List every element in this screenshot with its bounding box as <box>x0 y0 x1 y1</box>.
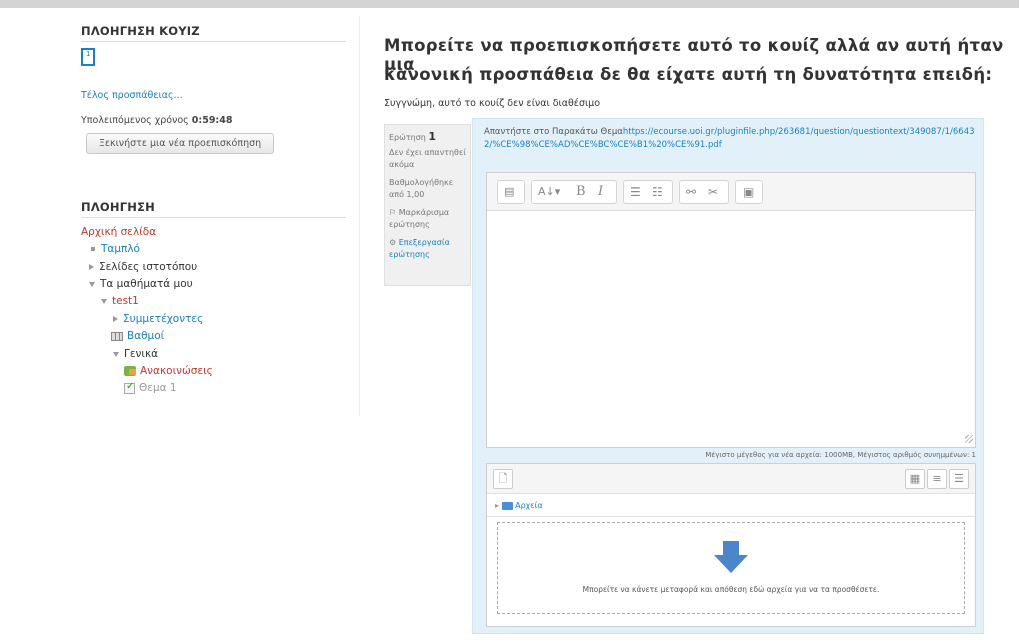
nav-general-item[interactable]: Γενικά <box>113 348 158 360</box>
tree-view-icon[interactable]: ☰ <box>949 469 969 489</box>
nav-dashboard-link[interactable]: Ταμπλό <box>101 243 140 255</box>
file-manager-divider <box>487 516 975 517</box>
nav-grades-item[interactable]: Βαθμοί <box>111 330 164 342</box>
nav-dashboard-item[interactable]: Ταμπλό <box>91 243 140 255</box>
answer-editor[interactable]: ▤ A↓▾ B I ☰ ☷ ⚯ ✂ ▣ <box>486 172 976 448</box>
expanded-arrow-icon <box>89 281 95 287</box>
paragraph-style-icon[interactable]: A↓▾ <box>538 184 560 200</box>
link-icon[interactable]: ⚯ <box>686 184 696 200</box>
nav-participants-item[interactable]: Συμμετέχοντες <box>113 313 203 325</box>
edit-question-link[interactable]: ⚙ Επεξεργασία ερώτησης <box>389 237 466 261</box>
toolbar-group-links: ⚯ ✂ <box>679 180 729 204</box>
gear-icon: ⚙ <box>389 238 397 247</box>
folder-arrow-icon: ▸ <box>495 501 500 510</box>
toolbar-group-media: ▣ <box>735 180 763 204</box>
expanded-arrow-icon <box>113 351 119 357</box>
question-info-panel: Ερώτηση 1 Δεν έχει απαντηθεί ακόμα Βαθμο… <box>384 124 471 286</box>
unlink-icon[interactable]: ✂ <box>708 184 718 200</box>
file-manager-toolbar: 🗋 ▦ ≡ ☰ <box>487 464 975 494</box>
question-status: Δεν έχει απαντηθεί ακόμα <box>389 148 466 169</box>
preview-heading-line2: κανονική προσπάθεια δε θα είχατε αυτή τη… <box>384 65 993 84</box>
flag-question-label: Μαρκάρισμα ερώτησης <box>389 208 450 229</box>
question-number-value: 1 <box>428 130 437 143</box>
time-left-value: 0:59:48 <box>191 115 233 126</box>
question-nav-number: 1 <box>86 50 91 58</box>
resize-handle-icon[interactable] <box>965 435 973 443</box>
nav-topic-item[interactable]: Θεμα 1 <box>124 381 177 394</box>
nav-course-link[interactable]: test1 <box>112 295 139 307</box>
files-folder-label: Αρχεία <box>515 501 543 510</box>
flag-question[interactable]: ⚐ Μαρκάρισμα ερώτησης <box>389 207 466 231</box>
expanded-arrow-icon <box>101 298 107 304</box>
nav-site-pages-item[interactable]: Σελίδες ιστοτόπου <box>89 261 197 273</box>
time-left-label: Υπολειπόμενος χρόνος <box>81 115 189 126</box>
image-icon[interactable]: ▣ <box>743 184 754 200</box>
nav-participants-link[interactable]: Συμμετέχοντες <box>123 313 203 325</box>
italic-icon[interactable]: I <box>598 184 603 200</box>
question-label: Ερώτηση <box>389 133 426 142</box>
quiz-nav-title: ΠΛΟΗΓΗΣΗ ΚΟΥΙΖ <box>81 24 200 38</box>
nav-grades-link[interactable]: Βαθμοί <box>127 330 164 342</box>
toolbar-group-style: A↓▾ B I <box>531 180 617 204</box>
nav-announcements-item[interactable]: Ανακοινώσεις <box>124 365 213 377</box>
grades-table-icon <box>111 331 123 341</box>
bold-icon[interactable]: B <box>576 184 586 200</box>
start-new-preview-button[interactable]: Ξεκινήστε μια νέα προεπισκόπηση <box>86 133 274 154</box>
navigation-divider <box>81 217 346 218</box>
top-bar <box>0 0 1019 8</box>
unavailable-reason: Συγγνώμη, αυτό το κουίζ δεν είναι διαθέσ… <box>384 98 601 109</box>
add-file-icon[interactable]: 🗋 <box>493 469 513 489</box>
list-view-icon[interactable]: ≡ <box>927 469 947 489</box>
nav-my-courses-item[interactable]: Τα μαθήματά μου <box>89 278 193 290</box>
toolbar-group-lists: ☰ ☷ <box>623 180 673 204</box>
toolbar-group-more: ▤ <box>497 180 525 204</box>
question-text: Απαντήστε στο Παρακάτω Θεμαhttps://ecour… <box>484 126 976 152</box>
column-divider <box>359 16 360 416</box>
nav-general-label: Γενικά <box>124 348 159 360</box>
flag-icon: ⚐ <box>389 208 397 217</box>
download-arrow-icon <box>714 541 748 573</box>
navigation-title: ΠΛΟΗΓΗΣΗ <box>81 200 155 214</box>
collapsed-arrow-icon <box>89 264 94 270</box>
show-more-icon[interactable]: ▤ <box>504 184 514 200</box>
edit-question-label: Επεξεργασία ερώτησης <box>389 238 450 259</box>
nav-home-link[interactable]: Αρχική σελίδα <box>81 226 156 238</box>
question-number: Ερώτηση 1 <box>389 131 466 144</box>
question-marks: Βαθμολογήθηκε από 1,00 <box>389 178 454 199</box>
question-nav-button[interactable]: 1 <box>81 48 95 66</box>
file-manager: 🗋 ▦ ≡ ☰ ▸ Αρχεία Μπορείτε να κάνετε μετα… <box>486 463 976 627</box>
collapsed-arrow-icon <box>113 316 118 322</box>
bullet-icon <box>91 247 95 251</box>
icon-view-icon[interactable]: ▦ <box>905 469 925 489</box>
drop-zone[interactable]: Μπορείτε να κάνετε μεταφορά και απόθεση … <box>497 522 965 614</box>
nav-course-item[interactable]: test1 <box>101 295 139 307</box>
unordered-list-icon[interactable]: ☰ <box>630 184 641 200</box>
nav-site-pages-label: Σελίδες ιστοτόπου <box>99 261 198 273</box>
drop-zone-text: Μπορείτε να κάνετε μεταφορά και απόθεση … <box>582 585 880 594</box>
editor-toolbar: ▤ A↓▾ B I ☰ ☷ ⚯ ✂ ▣ <box>487 173 975 211</box>
nav-announcements-link[interactable]: Ανακοινώσεις <box>140 365 213 377</box>
quiz-nav-divider <box>81 41 346 42</box>
upload-limits: Μέγιστο μέγεθος για νέα αρχεία: 1000MB, … <box>705 451 976 459</box>
time-left: Υπολειπόμενος χρόνος 0:59:48 <box>81 115 232 126</box>
quiz-icon <box>124 381 135 394</box>
ordered-list-icon[interactable]: ☷ <box>652 184 663 200</box>
folder-icon <box>501 501 513 510</box>
forum-icon <box>124 366 136 376</box>
nav-topic-label: Θεμα 1 <box>139 382 177 394</box>
finish-attempt-link[interactable]: Τέλος προσπάθειας... <box>81 90 183 101</box>
files-folder[interactable]: ▸ Αρχεία <box>495 501 543 510</box>
question-text-label: Απαντήστε στο Παρακάτω Θεμα <box>484 127 623 137</box>
nav-my-courses-label: Τα μαθήματά μου <box>100 278 193 290</box>
